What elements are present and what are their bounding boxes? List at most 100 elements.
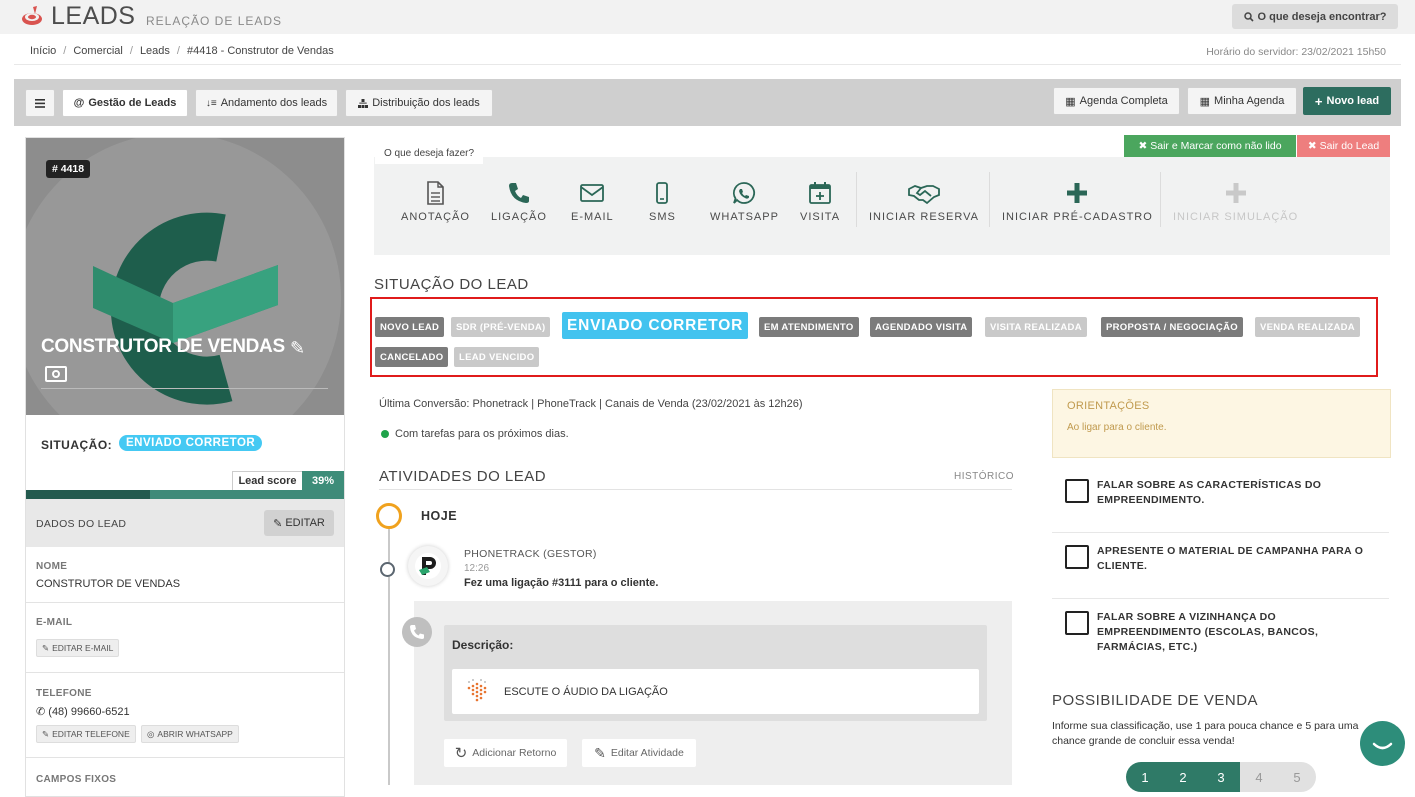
tab-andamento-label: Andamento dos leads [220,97,328,109]
editar-atividade-button[interactable]: ✎ Editar Atividade [582,739,696,767]
sitemap-icon [358,98,369,108]
stage-enviado-corretor[interactable]: ENVIADO CORRETOR [562,312,749,339]
rating-option-2[interactable]: 2 [1164,762,1202,792]
name-divider [41,388,328,389]
tab-andamento-dos-leads[interactable]: ↓≡ Andamento dos leads [195,89,338,117]
checklist-checkbox-3[interactable] [1065,611,1089,635]
action-iniciar-reserva[interactable]: INICIAR RESERVA [869,180,979,223]
action-iniciar-pre-cadastro[interactable]: INICIAR PRÉ-CADASTRO [1002,180,1153,223]
stage-novo-lead[interactable]: NOVO LEAD [375,317,445,337]
sort-icon: ↓≡ [205,97,217,109]
stage-agendado-visita[interactable]: AGENDADO VISITA [870,317,973,337]
atividades-divider [379,489,1012,490]
action-email-label: E-MAIL [571,211,614,223]
stage-proposta-negociacao[interactable]: PROPOSTA / NEGOCIAÇÃO [1101,317,1243,337]
stage-em-atendimento[interactable]: EM ATENDIMENTO [759,317,859,337]
actions-separator [989,172,990,227]
actions-separator [1160,172,1161,227]
audio-waveform-icon [467,679,487,702]
novo-lead-button[interactable]: + Novo lead [1303,87,1391,115]
sair-do-lead-button[interactable]: ✖ Sair do Lead [1297,135,1390,157]
situacao-badge: ENVIADO CORRETOR [119,435,263,451]
action-sms[interactable]: SMS [649,180,676,223]
nome-value: CONSTRUTOR DE VENDAS [36,578,181,590]
action-ligacao-label: LIGAÇÃO [491,211,547,223]
lead-score-bar-fill [26,490,150,499]
action-visita[interactable]: VISITA [800,180,840,223]
activity-time: 12:26 [464,563,490,574]
edit-dados-label: EDITAR [285,517,325,529]
abrir-whatsapp-button[interactable]: ◎ ABRIR WHATSAPP [141,725,239,743]
actions-question: O que deseja fazer? [375,143,484,164]
whatsapp-icon [733,182,756,204]
edit-telefone-label: EDITAR TELEFONE [52,729,130,739]
at-icon: @ [73,97,85,109]
edit-email-button[interactable]: ✎ EDITAR E-MAIL [36,639,120,657]
phone-icon: ✆ [36,706,49,718]
note-icon [427,181,445,205]
stage-lead-vencido[interactable]: LEAD VENCIDO [454,347,540,367]
historico-link[interactable]: HISTÓRICO [954,471,1014,482]
tab-gestao-label: Gestão de Leads [88,97,177,109]
lead-avatar [26,138,344,415]
rating-option-3[interactable]: 3 [1202,762,1240,792]
checklist-checkbox-2[interactable] [1065,545,1089,569]
app-subtitle: RELAÇÃO DE LEADS [146,14,283,28]
abrir-whatsapp-label: ABRIR WHATSAPP [157,729,233,739]
breadcrumb-leads[interactable]: Leads [140,45,170,57]
minha-agenda-label: Minha Agenda [1214,95,1285,107]
action-whatsapp-label: WHATSAPP [710,211,779,223]
action-whatsapp[interactable]: WHATSAPP [710,180,779,223]
action-email[interactable]: E-MAIL [571,180,614,223]
server-time: Horário do servidor: 23/02/2021 15h50 [1206,46,1386,58]
ultima-conversao: Última Conversão: Phonetrack | PhoneTrac… [379,398,803,410]
sair-marcar-nao-lido-button[interactable]: ✖ Sair e Marcar como não lido [1124,135,1296,157]
calendar-icon: ▦ [1199,95,1211,108]
novo-lead-label: Novo lead [1326,95,1380,107]
action-iniciar-simulacao-label: INICIAR SIMULAÇÃO [1173,211,1299,223]
adicionar-retorno-button[interactable]: ↻ Adicionar Retorno [444,739,567,767]
lead-name: CONSTRUTOR DE VENDAS [41,336,285,357]
rating-option-1[interactable]: 1 [1126,762,1164,792]
rating-option-4[interactable]: 4 [1240,762,1278,792]
breadcrumb-comercial[interactable]: Comercial [73,45,123,57]
global-search-button[interactable]: O que deseja encontrar? [1232,4,1398,29]
breadcrumb-inicio[interactable]: Início [30,45,56,57]
stage-sdr-pre-venda[interactable]: SDR (PRÉ-VENDA) [451,317,551,337]
search-icon [1243,11,1254,22]
action-ligacao[interactable]: LIGAÇÃO [491,180,547,223]
possibilidade-text: Informe sua classificação, use 1 para po… [1052,720,1359,747]
camera-icon[interactable] [45,366,67,382]
campos-fixos-label: CAMPOS FIXOS [36,774,117,785]
stage-visita-realizada[interactable]: VISITA REALIZADA [985,317,1087,337]
checklist-checkbox-1[interactable] [1065,479,1089,503]
minha-agenda-button[interactable]: ▦ Minha Agenda [1187,87,1297,115]
agenda-completa-label: Agenda Completa [1079,95,1168,107]
possibilidade-title: POSSIBILIDADE DE VENDA [1052,692,1259,709]
activity-text: Fez uma ligação #3111 para o cliente. [464,577,659,589]
stage-cancelado[interactable]: CANCELADO [375,347,449,367]
edit-dados-button[interactable]: ✎ EDITAR [264,510,334,536]
orientacoes-text: Ao ligar para o cliente. [1067,422,1167,433]
timeline-hoje: HOJE [421,509,458,523]
checklist-item-2: APRESENTE O MATERIAL DE CAMPANHA PARA O … [1097,545,1364,572]
edit-pencil-icon[interactable]: ✎ [290,338,305,359]
rating-option-5[interactable]: 5 [1278,762,1316,792]
action-anotacao[interactable]: ANOTAÇÃO [401,180,470,223]
stage-venda-realizada[interactable]: VENDA REALIZADA [1255,317,1360,337]
action-iniciar-simulacao[interactable]: INICIAR SIMULAÇÃO [1173,180,1298,223]
close-icon: ✖ [1138,140,1148,152]
handshake-icon [908,185,940,205]
chat-widget-button[interactable] [1360,721,1405,766]
orientacoes-title: ORIENTAÇÕES [1067,400,1150,412]
plus-icon [1067,183,1088,203]
edit-telefone-button[interactable]: ✎ EDITAR TELEFONE [36,725,136,743]
lead-id-badge: # 4418 [46,160,91,178]
phone-icon [508,183,529,203]
tab-gestao-de-leads[interactable]: @ Gestão de Leads [62,89,188,117]
agenda-completa-button[interactable]: ▦ Agenda Completa [1053,87,1180,115]
email-label: E-MAIL [36,617,73,628]
menu-button[interactable] [25,89,55,117]
pencil-icon: ✎ [273,517,283,530]
tab-distribuicao-dos-leads[interactable]: Distribuição dos leads [345,89,493,117]
